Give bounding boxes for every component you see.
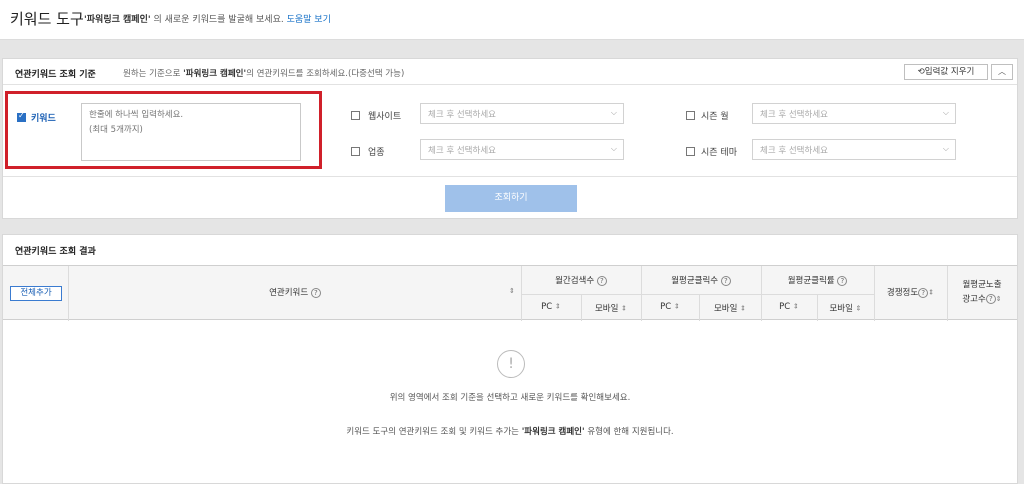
industry-select-value: 체크 후 선택하세요 bbox=[428, 146, 496, 156]
empty-notice-post: 유형에 한해 지원됩니다. bbox=[587, 427, 674, 437]
page-description: '파워링크 캠페인' 의 새로운 키워드를 발굴해 보세요. 도움말 보기 bbox=[84, 12, 331, 25]
col-ctr-pc[interactable]: PC ⇕ bbox=[761, 302, 817, 312]
question-circle-icon[interactable]: ? bbox=[310, 287, 321, 298]
season-month-label: 시즌 월 bbox=[701, 112, 729, 122]
search-button[interactable]: 조회하기 bbox=[445, 185, 577, 212]
sort-icon[interactable]: ⇕ bbox=[928, 289, 934, 297]
col-search-pc[interactable]: PC ⇕ bbox=[521, 302, 581, 312]
season-theme-checkbox[interactable] bbox=[686, 147, 695, 156]
empty-message: 위의 영역에서 조회 기준을 선택하고 새로운 키워드를 확인해보세요. bbox=[389, 393, 631, 403]
col-avg-ads[interactable]: 월평균노출 광고수? ⇕ bbox=[947, 278, 1017, 307]
page-title: 키워드 도구 bbox=[10, 10, 84, 28]
col-avg-ads-label-1: 월평균노출 bbox=[962, 280, 1002, 290]
col-search-pc-label: PC bbox=[541, 302, 553, 312]
sort-icon[interactable]: ⇕ bbox=[509, 287, 515, 295]
season-month-select[interactable]: 체크 후 선택하세요 ⌵ bbox=[752, 103, 956, 124]
criteria-title: 연관키워드 조회 기준 bbox=[15, 70, 96, 80]
col-ctr-mobile[interactable]: 모바일 ⇕ bbox=[817, 302, 874, 314]
season-theme-select[interactable]: 체크 후 선택하세요 ⌵ bbox=[752, 139, 956, 160]
reset-inputs-button[interactable]: ⟲입력값 지우기 bbox=[904, 64, 988, 80]
chevron-up-icon: ︿ bbox=[998, 67, 1006, 76]
exclamation-circle-icon: ! bbox=[497, 350, 525, 378]
question-circle-icon[interactable]: ? bbox=[837, 275, 848, 286]
chevron-down-icon: ⌵ bbox=[942, 108, 949, 117]
results-header: 연관키워드 조회 결과 bbox=[3, 235, 1017, 265]
col-clicks-pc[interactable]: PC ⇕ bbox=[641, 302, 699, 312]
collapse-button[interactable]: ︿ bbox=[991, 64, 1013, 80]
criteria-desc-campaign: '파워링크 캠페인' bbox=[183, 69, 247, 79]
website-label: 웹사이트 bbox=[368, 112, 402, 122]
help-link[interactable]: 도움말 보기 bbox=[287, 15, 331, 25]
add-all-button[interactable]: 전체추가 bbox=[10, 286, 62, 301]
divider bbox=[3, 176, 1017, 177]
reset-inputs-label: 입력값 지우기 bbox=[924, 67, 975, 77]
empty-notice-pre: 키워드 도구의 연관키워드 조회 및 키워드 추가는 bbox=[346, 427, 519, 437]
col-keyword[interactable]: 연관키워드 ? bbox=[69, 286, 521, 298]
col-avg-ads-label-2: 광고수 bbox=[962, 294, 986, 305]
col-avg-clicks-label: 월평균클릭수 bbox=[671, 276, 719, 286]
criteria-panel: 연관키워드 조회 기준 원하는 기준으로 '파워링크 캠페인'의 연관키워드를 … bbox=[2, 58, 1018, 219]
col-monthly-search-label: 월간검색수 bbox=[555, 276, 595, 286]
sort-icon[interactable]: ⇕ bbox=[856, 305, 862, 313]
results-panel: 연관키워드 조회 결과 전체추가 연관키워드 ? ⇕ 월간검색수 ? 월평균클릭… bbox=[2, 234, 1018, 484]
industry-label: 업종 bbox=[368, 148, 385, 158]
results-title: 연관키워드 조회 결과 bbox=[15, 247, 96, 257]
question-circle-icon[interactable]: ? bbox=[985, 294, 996, 304]
keyword-label: 키워드 bbox=[31, 114, 56, 124]
col-clicks-pc-label: PC bbox=[660, 302, 672, 312]
col-avg-ctr: 월평균클릭률 ? bbox=[761, 274, 874, 286]
col-clicks-mobile[interactable]: 모바일 ⇕ bbox=[699, 302, 761, 314]
industry-checkbox[interactable] bbox=[351, 147, 360, 156]
season-theme-label: 시즌 테마 bbox=[701, 148, 737, 158]
col-avg-clicks: 월평균클릭수 ? bbox=[641, 274, 761, 286]
col-ctr-mobile-label: 모바일 bbox=[829, 304, 853, 314]
col-avg-ctr-label: 월평균클릭률 bbox=[787, 276, 835, 286]
col-competition[interactable]: 경쟁정도? ⇕ bbox=[874, 286, 947, 298]
chevron-down-icon: ⌵ bbox=[610, 108, 617, 117]
website-select[interactable]: 체크 후 선택하세요 ⌵ bbox=[420, 103, 624, 124]
refresh-icon: ⟲ bbox=[917, 67, 925, 77]
website-select-value: 체크 후 선택하세요 bbox=[428, 110, 496, 120]
sort-icon[interactable]: ⇕ bbox=[674, 303, 680, 311]
sort-icon[interactable]: ⇕ bbox=[996, 295, 1002, 303]
empty-notice-campaign: '파워링크 캠페인' bbox=[521, 427, 585, 437]
col-ctr-pc-label: PC bbox=[779, 302, 791, 312]
page-description-text: 의 새로운 키워드를 발굴해 보세요. bbox=[153, 15, 284, 25]
website-checkbox[interactable] bbox=[351, 111, 360, 120]
season-month-checkbox[interactable] bbox=[686, 111, 695, 120]
chevron-down-icon: ⌵ bbox=[942, 144, 949, 153]
sort-icon[interactable]: ⇕ bbox=[740, 305, 746, 313]
question-circle-icon[interactable]: ? bbox=[918, 287, 929, 298]
criteria-desc-pre: 원하는 기준으로 bbox=[123, 69, 181, 79]
criteria-desc-post: 의 연관키워드를 조회하세요.(다중선택 가능) bbox=[246, 69, 405, 79]
sort-icon[interactable]: ⇕ bbox=[793, 303, 799, 311]
question-circle-icon[interactable]: ? bbox=[596, 275, 607, 286]
campaign-name: '파워링크 캠페인' bbox=[84, 15, 151, 25]
sort-icon[interactable]: ⇕ bbox=[621, 305, 627, 313]
top-bar: 키워드 도구 '파워링크 캠페인' 의 새로운 키워드를 발굴해 보세요. 도움… bbox=[0, 0, 1024, 40]
industry-select[interactable]: 체크 후 선택하세요 ⌵ bbox=[420, 139, 624, 160]
results-table-header: 전체추가 연관키워드 ? ⇕ 월간검색수 ? 월평균클릭수 ? 월평균클릭률 ?… bbox=[3, 265, 1017, 321]
criteria-header: 연관키워드 조회 기준 원하는 기준으로 '파워링크 캠페인'의 연관키워드를 … bbox=[3, 59, 1017, 85]
keyword-input[interactable] bbox=[81, 103, 301, 161]
sort-icon[interactable]: ⇕ bbox=[555, 303, 561, 311]
col-clicks-mobile-label: 모바일 bbox=[713, 304, 738, 314]
keyword-checkbox[interactable] bbox=[17, 111, 26, 122]
empty-notice: 키워드 도구의 연관키워드 조회 및 키워드 추가는 '파워링크 캠페인' 유형… bbox=[3, 425, 1017, 437]
col-search-mobile[interactable]: 모바일 ⇕ bbox=[581, 302, 641, 314]
col-search-mobile-label: 모바일 bbox=[594, 304, 619, 314]
season-theme-select-value: 체크 후 선택하세요 bbox=[760, 146, 828, 156]
chevron-down-icon: ⌵ bbox=[610, 144, 617, 153]
question-circle-icon[interactable]: ? bbox=[720, 275, 731, 286]
col-monthly-search: 월간검색수 ? bbox=[521, 274, 641, 286]
col-competition-label: 경쟁정도 bbox=[886, 288, 919, 298]
col-keyword-label: 연관키워드 bbox=[269, 288, 309, 298]
season-month-select-value: 체크 후 선택하세요 bbox=[760, 110, 828, 120]
criteria-description: 원하는 기준으로 '파워링크 캠페인'의 연관키워드를 조회하세요.(다중선택 … bbox=[123, 67, 404, 79]
